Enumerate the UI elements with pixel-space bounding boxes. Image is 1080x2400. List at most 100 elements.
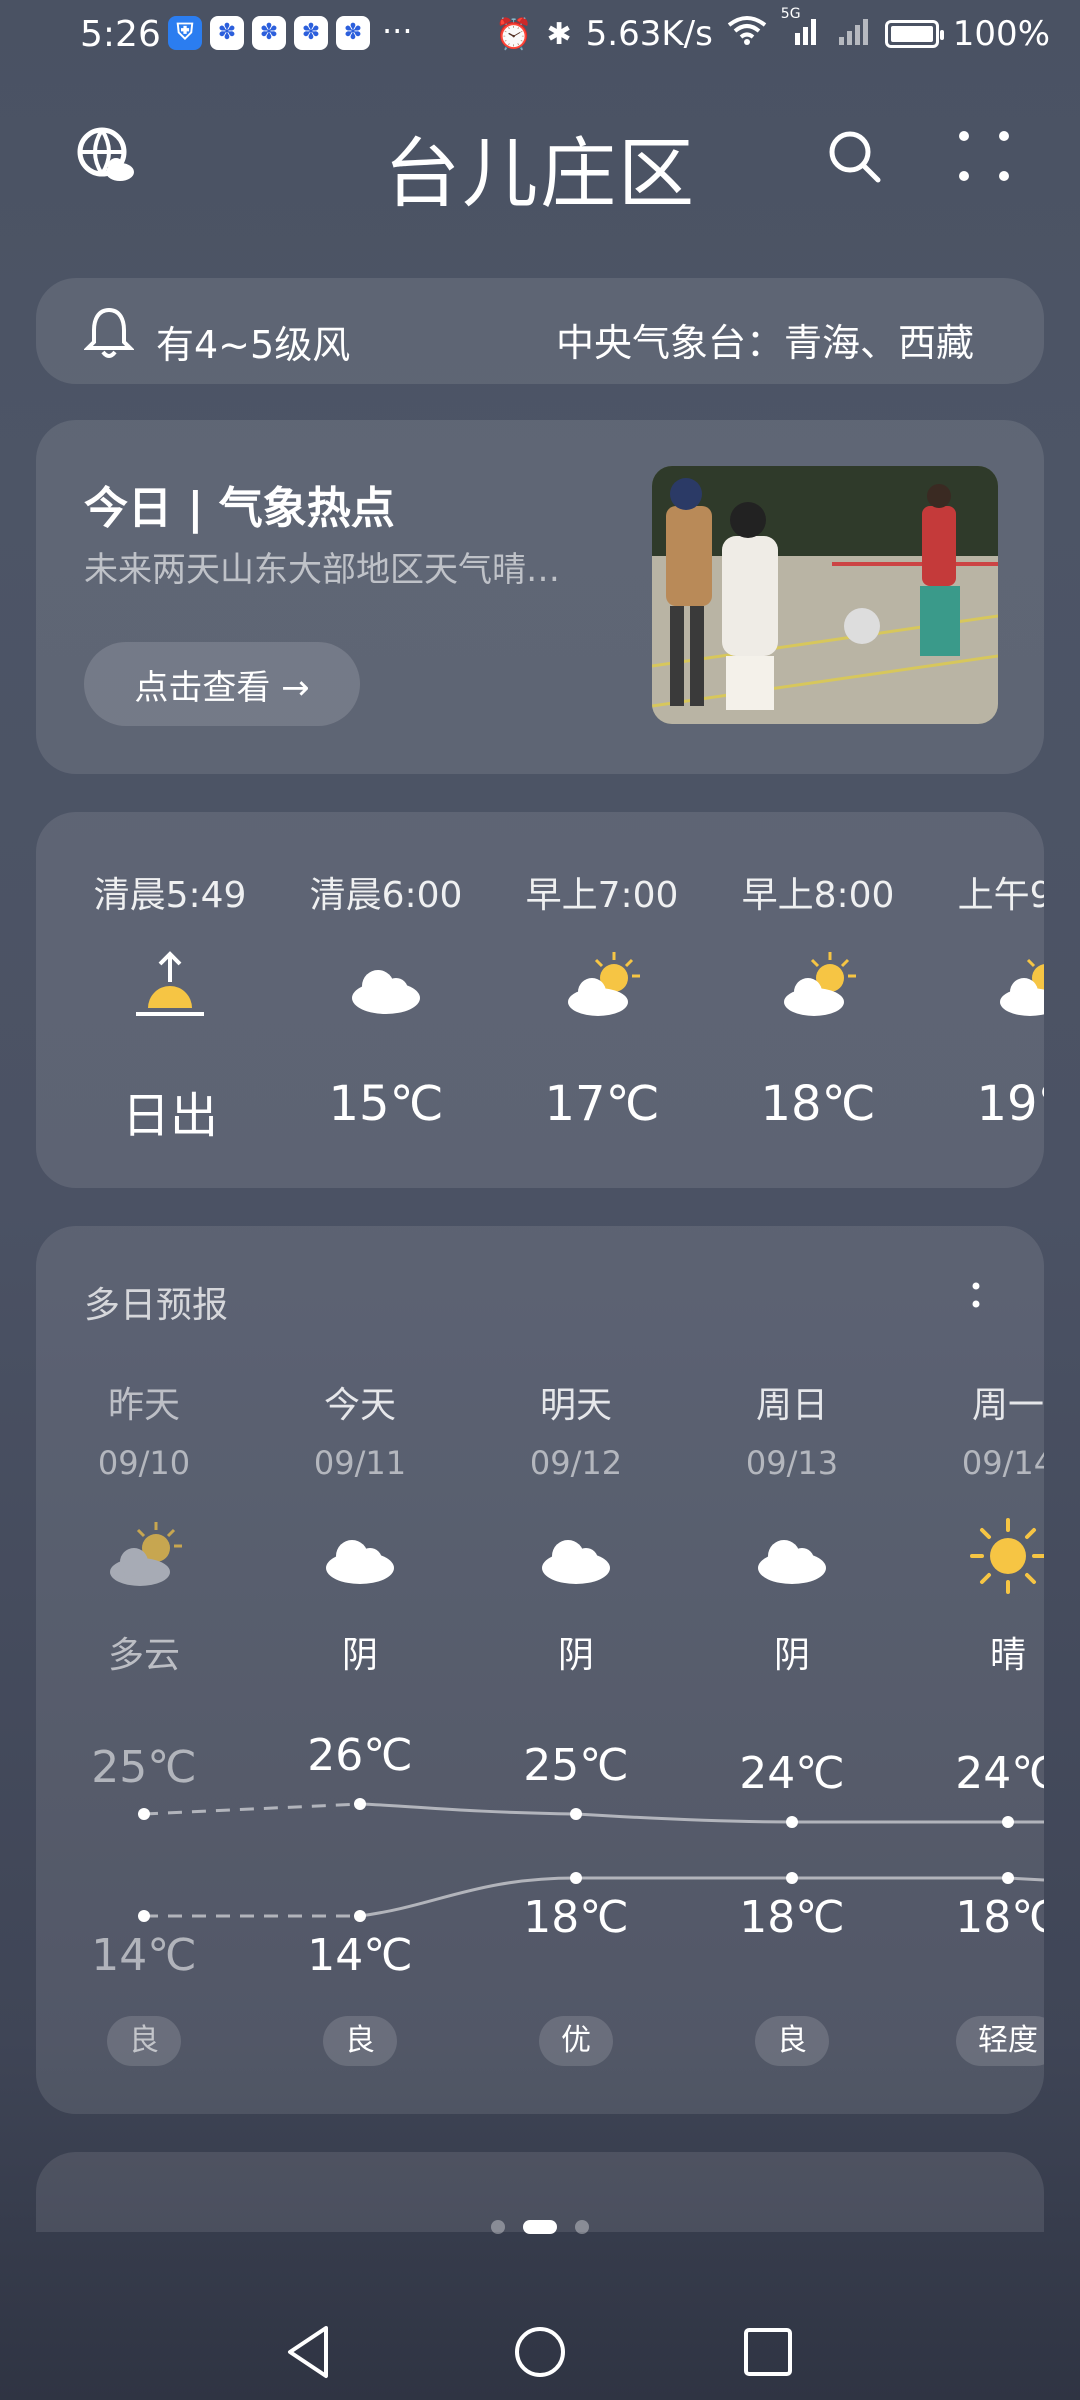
day-high-temp: 24℃ [955,1748,1044,1799]
search-icon[interactable] [814,116,894,196]
more-notifications-icon: ··· [382,12,413,50]
partly-cloudy-icon [778,946,858,1026]
hour-value: 17℃ [544,1076,660,1132]
hour-time: 早上7:00 [525,875,679,916]
day-high-temp: 26℃ [307,1730,413,1781]
day-high-temp: 25℃ [91,1742,197,1793]
partly-cloudy-icon [562,946,642,1026]
network-type-label: 5G [780,6,801,22]
aqi-badge: 良 [107,2016,181,2066]
hourly-forecast-card[interactable]: 清晨5:49 日出 清晨6:00 15℃ 早上7:00 17℃ 早上8:00 1… [36,812,1044,1188]
paw-app-icon: ✽ [252,16,286,50]
hour-time: 清晨5:49 [93,875,247,916]
day-high-temp: 24℃ [739,1748,845,1799]
view-button[interactable]: 点击查看 → [84,642,360,726]
high-point [786,1816,798,1828]
cloud-icon [346,946,426,1026]
wind-alert-text: 有4~5级风 [156,323,351,367]
daily-forecast-card[interactable]: 多日预报 昨天 09/10 多云 25℃ 14℃ 良 今天 09/11 阴 26… [36,1226,1044,2114]
weather-alert-banner[interactable]: 有4~5级风 中央气象台：青海、西藏 [36,278,1044,384]
back-icon[interactable] [280,2322,336,2386]
low-point [786,1872,798,1884]
official-notice-text: 中央气象台：青海、西藏 [556,321,975,365]
hour-value: 19℃ [976,1076,1045,1132]
hour-time: 清晨6:00 [309,875,463,916]
alarm-icon: ⏰ [495,16,533,52]
cloud-icon [752,1516,832,1596]
cloud-icon [320,1516,400,1596]
high-point [570,1808,582,1820]
paw-app-icon: ✽ [294,16,328,50]
day-condition: 阴 [773,1635,810,1676]
hotspot-title: 今日 | 气象热点 [84,483,395,534]
hour-value: 18℃ [760,1076,876,1132]
high-point [138,1808,150,1820]
notification-icons: ⛨ ✽ ✽ ✽ ✽ ··· [168,12,413,50]
net-speed: 5.63K/s [585,14,713,54]
cell-signal-icon: 5G [781,6,821,54]
status-time: 5:26 [80,14,161,55]
day-name: 周日 [755,1385,828,1426]
day-name: 明天 [539,1385,612,1426]
page-dot[interactable] [575,2220,589,2234]
shield-app-icon: ⛨ [168,16,202,50]
page-indicator[interactable] [0,2220,1080,2234]
day-condition: 多云 [107,1635,180,1676]
home-icon[interactable] [512,2322,568,2386]
partly-cloudy-icon [994,946,1044,1026]
hour-value: 日出 [121,1088,218,1144]
wifi-icon [727,14,767,54]
status-right: ⏰ ✱ 5.63K/s 5G 100% [495,6,1050,54]
recents-icon[interactable] [740,2322,796,2386]
hotspot-subtitle: 未来两天山东大部地区天气晴… [84,550,560,590]
system-nav-bar [0,2300,1080,2400]
page-title: 台儿庄区 [384,129,696,218]
day-date: 09/12 [529,1444,623,1482]
status-bar: 5:26 ⛨ ✽ ✽ ✽ ✽ ··· ⏰ ✱ 5.63K/s 5G 100% [0,0,1080,72]
more-icon[interactable] [944,116,1024,196]
high-point [1002,1816,1014,1828]
cell-signal-2-icon [835,14,871,54]
sun-icon [968,1516,1044,1596]
paw-app-icon: ✽ [210,16,244,50]
day-name: 昨天 [107,1385,180,1426]
day-date: 09/11 [313,1444,407,1482]
low-point [138,1910,150,1922]
bluetooth-icon: ✱ [546,16,572,52]
day-low-temp: 18℃ [523,1892,629,1943]
aqi-badge: 轻度 [956,2016,1044,2066]
bell-icon [83,304,135,364]
aqi-badge: 优 [539,2016,613,2066]
sunrise-icon [130,946,210,1026]
page-dot[interactable] [491,2220,505,2234]
day-condition: 阴 [557,1635,594,1676]
aqi-badge: 良 [323,2016,397,2066]
day-low-temp: 18℃ [955,1892,1044,1943]
weather-hotspot-card[interactable]: 今日 | 气象热点 未来两天山东大部地区天气晴… 点击查看 → [36,420,1044,774]
day-low-temp: 18℃ [739,1892,845,1943]
day-date: 09/14 [961,1444,1044,1482]
high-point [354,1798,366,1810]
day-low-temp: 14℃ [307,1930,413,1981]
day-condition: 阴 [341,1635,378,1676]
partly-cloudy-icon [104,1516,184,1596]
day-name: 周一 [971,1385,1044,1426]
day-name: 今天 [323,1385,396,1426]
day-low-temp: 14℃ [91,1930,197,1981]
hotspot-photo[interactable] [652,466,998,724]
day-high-temp: 25℃ [523,1740,629,1791]
battery-icon [884,20,944,48]
paw-app-icon: ✽ [336,16,370,50]
aqi-badge: 良 [755,2016,829,2066]
low-point [1002,1872,1014,1884]
day-condition: 晴 [989,1635,1026,1676]
cloud-icon [536,1516,616,1596]
low-point [570,1872,582,1884]
hour-value: 15℃ [328,1076,444,1132]
hour-time: 上午9:00 [957,875,1044,916]
battery-level: 100% [952,14,1050,54]
day-date: 09/10 [97,1444,191,1482]
day-date: 09/13 [745,1444,839,1482]
low-point [354,1910,366,1922]
page-dot-active[interactable] [523,2220,557,2234]
